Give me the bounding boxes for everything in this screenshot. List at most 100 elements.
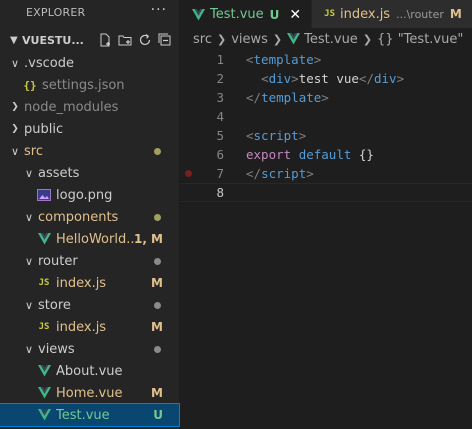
breadcrumb-item-file[interactable]: Test.vue [304,32,358,47]
line-number: 1 [216,52,224,67]
vue-icon [192,8,205,21]
line-number: 2 [216,71,224,86]
code-line[interactable]: 5 <script> [180,126,472,145]
code-line[interactable]: 4 [180,107,472,126]
tab-index-js[interactable]: JS index.js ...\router M [311,0,472,28]
code-line[interactable]: 6 export default {} [180,145,472,164]
breadcrumb: src ❯ views ❯ Test.vue ❯ {} "Test.vue" [180,28,472,50]
status-badge: M [151,320,163,334]
tree-item[interactable]: JS index.js M [0,316,179,338]
modified-dot-icon [154,257,161,265]
file-tree: ∨ .vscode {} settings.json ❯ node_modules ❯ pub… [0,52,180,427]
modified-dot-icon [154,147,161,155]
code-token: {} [351,147,374,162]
modified-dot-icon [154,213,161,221]
line-text: <script> [226,128,306,143]
tree-item[interactable]: Test.vue U [0,403,180,427]
code-line[interactable]: 2 <div>test vue</div> [180,69,472,88]
tree-item-label: assets [38,165,80,181]
js-icon: JS [324,9,335,19]
line-number: 3 [216,90,224,105]
code-line[interactable]: 1 <template> [180,50,472,69]
tree-item[interactable]: ∨ store [0,294,179,316]
tree-item[interactable]: ❯ public [0,118,179,140]
tree-item[interactable]: Home.vue M [0,382,179,404]
tree-item[interactable]: ∨ src [0,140,179,162]
tree-item-label: node_modules [24,99,119,115]
tab-path-hint: ...\router [396,7,444,21]
code-token: </ [358,71,374,86]
breakpoint-icon[interactable] [185,170,192,177]
chevron-down-icon: ∨ [24,342,34,356]
code-token: template [261,90,322,105]
chevron-down-icon: ∨ [24,210,34,224]
tab-bar: Test.vue U ✕ JS index.js ...\router M [180,0,472,28]
tab-label: index.js [340,6,391,22]
code-token: < [261,71,269,86]
tree-item[interactable]: HelloWorld.... 1, M [0,228,179,250]
collapse-all-icon[interactable] [158,33,172,47]
tree-item-label: Test.vue [56,407,110,423]
breadcrumb-item-views[interactable]: views [231,32,268,47]
breadcrumb-item-src[interactable]: src [193,32,212,47]
line-text: export default {} [226,147,374,162]
code-token: > [306,166,314,181]
tree-item[interactable]: ∨ views [0,338,179,360]
tree-item[interactable]: ∨ router [0,250,179,272]
code-token: </ [246,90,262,105]
tree-item[interactable]: {} settings.json [0,74,179,96]
code-token: < [246,52,254,67]
vue-icon [36,365,52,377]
close-icon[interactable]: ✕ [289,7,301,23]
code-token: test vue [298,71,359,86]
vue-icon [36,233,52,245]
line-text: <div>test vue</div> [226,71,404,86]
tree-item[interactable]: ∨ assets [0,162,179,184]
tree-item[interactable]: ❯ node_modules [0,96,179,118]
status-badge: M [151,276,163,290]
tree-item[interactable]: About.vue [0,360,179,382]
tree-item[interactable]: ∨ .vscode [0,52,179,74]
code-line[interactable]: 8 [180,183,472,202]
tree-item[interactable]: ∨ components [0,206,179,228]
tree-item[interactable]: logo.png [0,184,179,206]
vue-icon [36,387,52,399]
chevron-right-icon: ❯ [11,102,19,112]
workspace-folder-name: VUESTU... [22,33,84,47]
code-line[interactable]: 3 </template> [180,88,472,107]
code-token: script [253,128,299,143]
tree-item[interactable]: JS index.js M [0,272,179,294]
code-token: div [373,71,397,86]
editor-area: Test.vue U ✕ JS index.js ...\router M sr… [180,0,472,429]
refresh-icon[interactable] [138,33,152,47]
line-number: 6 [216,147,224,162]
explorer-title: EXPLORER [26,6,86,19]
tree-item-label: Home.vue [56,385,123,401]
tree-item-label: components [38,209,119,225]
breadcrumb-item-symbol[interactable]: {} "Test.vue" [377,32,463,47]
folder-actions [98,33,172,47]
code-line[interactable]: 7 </script> [180,164,472,183]
tree-item-label: store [38,297,71,313]
code-editor[interactable]: 1 <template> 2 <div>test vue</div> 3 </templ… [180,50,472,202]
code-token: export [246,147,292,162]
status-badge: M [151,386,163,400]
json-icon: {} [23,78,37,92]
tree-item-label: src [24,143,43,159]
new-folder-icon[interactable] [118,33,132,47]
modified-dot-icon [154,301,161,309]
more-actions-icon[interactable]: ··· [151,2,167,18]
code-token: template [253,52,314,67]
chevron-down-icon: ▼ [10,34,18,46]
line-number: 4 [216,109,224,124]
explorer-header: EXPLORER ··· [0,0,179,25]
new-file-icon[interactable] [98,33,112,47]
workspace-folder-header[interactable]: ▼ VUESTU... [0,29,179,51]
tab-test-vue[interactable]: Test.vue U ✕ [180,0,312,28]
chevron-right-icon: ❯ [216,32,227,46]
tree-item-label: settings.json [42,77,125,93]
status-badge: U [153,408,163,422]
vue-icon [36,409,52,421]
